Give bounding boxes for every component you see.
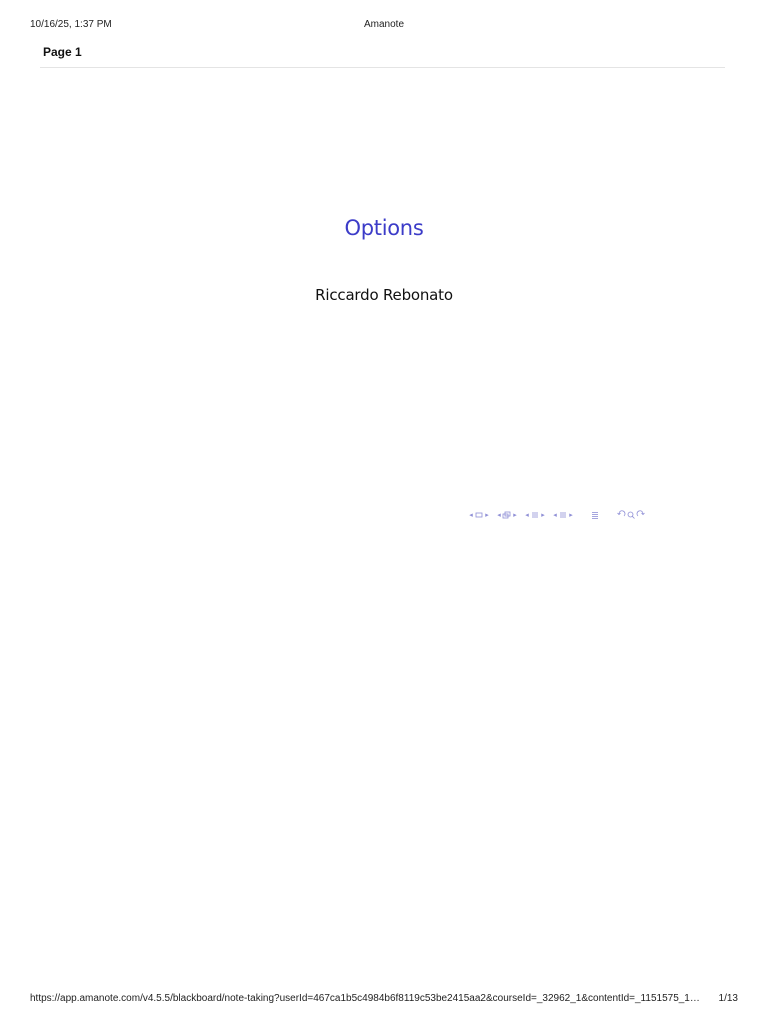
print-header: 10/16/25, 1:37 PM Amanote <box>0 19 768 33</box>
frame-next-icon[interactable]: ▸ <box>484 511 490 519</box>
section-alt-icon[interactable] <box>558 510 568 520</box>
print-page-number: 1/13 <box>718 993 738 1004</box>
page-divider <box>40 67 725 68</box>
nav-group-subsection: ◂ ▸ <box>496 510 518 520</box>
slide-author: Riccardo Rebonato <box>315 286 453 304</box>
forward-icon[interactable] <box>636 510 646 520</box>
page-label: Page 1 <box>43 45 82 59</box>
toc-icon[interactable] <box>590 510 600 520</box>
nav-group-frame: ◂ ▸ <box>468 510 490 520</box>
search-icon[interactable] <box>626 510 636 520</box>
nav-group-section: ◂ ▸ <box>524 510 546 520</box>
print-footer: https://app.amanote.com/v4.5.5/blackboar… <box>0 993 768 1007</box>
section-alt-next-icon[interactable]: ▸ <box>568 511 574 519</box>
subsection-icon[interactable] <box>502 510 512 520</box>
subsection-next-icon[interactable]: ▸ <box>512 511 518 519</box>
print-url: https://app.amanote.com/v4.5.5/blackboar… <box>30 993 700 1004</box>
section-next-icon[interactable]: ▸ <box>540 511 546 519</box>
nav-group-history <box>616 510 646 520</box>
slide-title: Options <box>344 216 424 240</box>
print-title: Amanote <box>363 19 405 30</box>
frame-icon[interactable] <box>474 510 484 520</box>
nav-group-toc <box>590 510 600 520</box>
beamer-navigation-bar: ◂ ▸ ◂ ▸ ◂ ▸ ◂ ▸ <box>468 508 652 522</box>
back-icon[interactable] <box>616 510 626 520</box>
nav-group-section-alt: ◂ ▸ <box>552 510 574 520</box>
section-icon[interactable] <box>530 510 540 520</box>
